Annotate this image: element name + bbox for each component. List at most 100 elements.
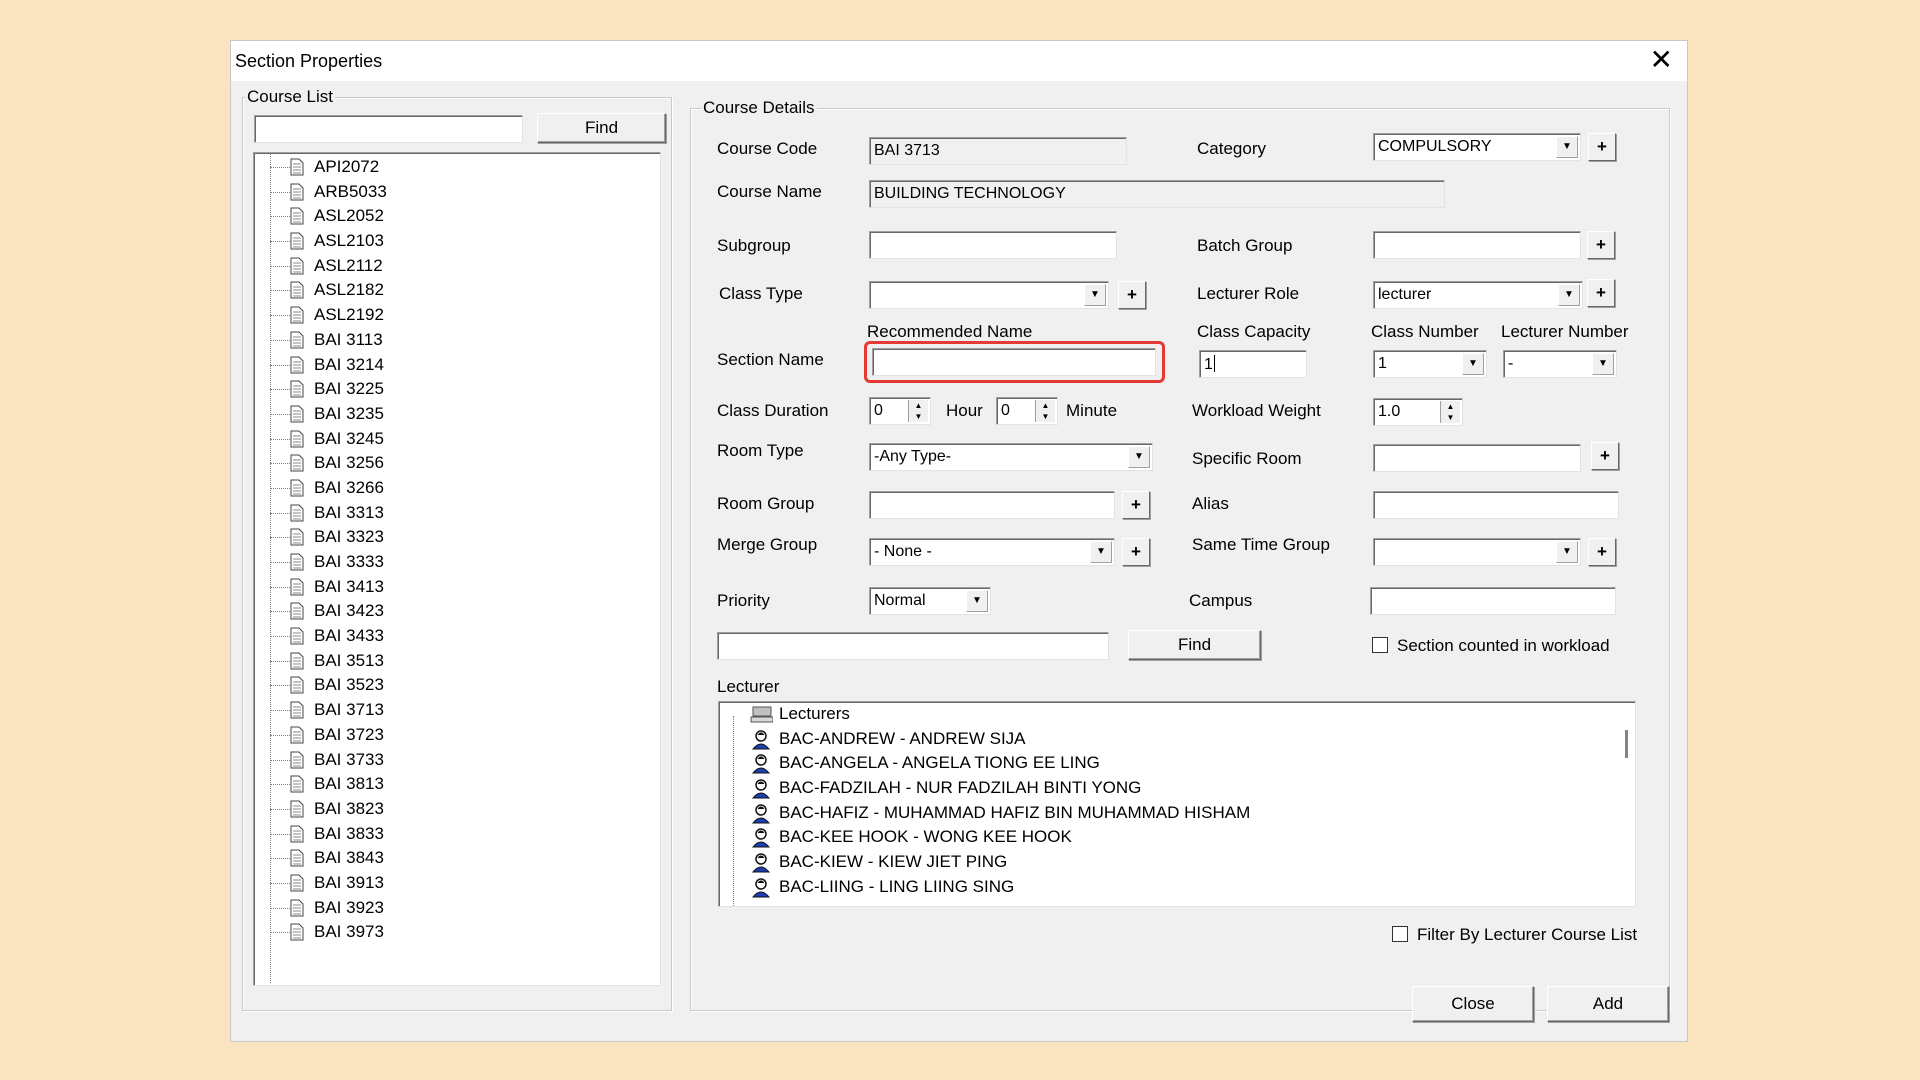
lecturer-tree-item[interactable]: BAC-KEE HOOK - WONG KEE HOOK [719,825,1635,850]
filter-lecturer-label[interactable]: Filter By Lecturer Course List [1417,925,1637,945]
lecturer-tree-item[interactable]: BAC-FADZILAH - NUR FADZILAH BINTI YONG [719,776,1635,801]
chevron-down-icon[interactable]: ▼ [1090,541,1112,563]
course-tree-item[interactable]: ASL2052 [254,204,660,229]
course-tree-item[interactable]: BAI 3413 [254,575,660,600]
course-tree-item[interactable]: ASL2192 [254,303,660,328]
spin-arrows-icon[interactable]: ▲ ▼ [908,400,928,422]
lecturer-tree-item[interactable]: BAC-HAFIZ - MUHAMMAD HAFIZ BIN MUHAMMAD … [719,801,1635,826]
lecturer-root-row[interactable]: Lecturers [719,702,1635,727]
course-search-input[interactable] [254,115,523,143]
lecturer-tree[interactable]: Lecturers BAC-ANDREW - ANDREW SIJA BAC-AN… [718,701,1636,907]
course-tree-item[interactable]: BAI 3513 [254,649,660,674]
course-tree-item[interactable]: ARB5033 [254,180,660,205]
course-tree-item[interactable]: BAI 3214 [254,353,660,378]
course-tree-item[interactable]: BAI 3973 [254,920,660,945]
class-number-select[interactable]: 1 ▼ [1373,350,1487,378]
course-tree-item[interactable]: BAI 3266 [254,476,660,501]
section-counted-checkbox[interactable] [1372,637,1388,653]
add-specific-room-button[interactable]: + [1591,442,1619,470]
lecturer-tree-item[interactable]: BAC-LIING - LING LIING SING [719,875,1635,900]
course-tree-item[interactable]: BAI 3733 [254,748,660,773]
spin-down-icon[interactable]: ▼ [1042,412,1050,421]
add-same-time-group-button[interactable]: + [1588,538,1616,566]
course-tree-item[interactable]: ASL2103 [254,229,660,254]
filter-lecturer-checkbox[interactable] [1392,926,1408,942]
add-lecturer-role-button[interactable]: + [1587,279,1615,307]
lecturer-search-input[interactable] [717,632,1109,660]
priority-select[interactable]: Normal ▼ [869,587,991,615]
course-tree-item[interactable]: BAI 3313 [254,501,660,526]
spin-arrows-icon[interactable]: ▲ ▼ [1440,401,1460,423]
course-tree-item[interactable]: BAI 3256 [254,451,660,476]
chevron-down-icon[interactable]: ▼ [1084,284,1106,306]
duration-minute-spinner[interactable]: 0 ▲ ▼ [996,397,1058,425]
course-tree-item[interactable]: BAI 3823 [254,797,660,822]
course-tree-item[interactable]: BAI 3433 [254,624,660,649]
workload-weight-spinner[interactable]: 1.0 ▲ ▼ [1373,398,1463,426]
course-tree-item[interactable]: BAI 3323 [254,525,660,550]
add-category-button[interactable]: + [1588,133,1616,161]
course-tree-item[interactable]: BAI 3245 [254,427,660,452]
lecturer-tree-item[interactable]: BAC-ANGELA - ANGELA TIONG EE LING [719,751,1635,776]
spin-up-icon[interactable]: ▲ [1042,401,1050,410]
course-tree-item[interactable]: BAI 3833 [254,822,660,847]
course-tree-item[interactable]: BAI 3843 [254,846,660,871]
class-capacity-input[interactable]: 1 [1199,350,1307,378]
chevron-down-icon[interactable]: ▼ [966,590,988,612]
course-find-button[interactable]: Find [537,113,666,143]
close-window-icon[interactable]: ✕ [1650,45,1673,75]
same-time-group-select[interactable]: ▼ [1373,538,1581,566]
chevron-down-icon[interactable]: ▼ [1462,353,1484,375]
spin-up-icon[interactable]: ▲ [1447,402,1455,411]
add-button[interactable]: Add [1547,986,1669,1022]
chevron-down-icon[interactable]: ▼ [1556,136,1578,158]
lecturer-role-select[interactable]: lecturer ▼ [1373,281,1583,309]
course-tree-item[interactable]: API2072 [254,155,660,180]
add-room-group-button[interactable]: + [1122,491,1150,519]
alias-input[interactable] [1373,491,1619,519]
category-select[interactable]: COMPULSORY ▼ [1373,133,1581,161]
lecturer-find-button[interactable]: Find [1128,630,1261,660]
course-tree[interactable]: API2072 ARB5033 ASL2052 ASL2103 ASL2112 ASL21… [253,152,661,986]
specific-room-input[interactable] [1373,444,1581,472]
chevron-down-icon[interactable]: ▼ [1592,353,1614,375]
close-button[interactable]: Close [1412,986,1534,1022]
course-tree-item[interactable]: BAI 3713 [254,698,660,723]
room-group-input[interactable] [869,491,1115,519]
course-tree-item[interactable]: BAI 3113 [254,328,660,353]
chevron-down-icon[interactable]: ▼ [1558,284,1580,306]
lecturer-number-select[interactable]: - ▼ [1503,350,1617,378]
spin-down-icon[interactable]: ▼ [915,412,923,421]
course-tree-item[interactable]: BAI 3523 [254,673,660,698]
course-tree-item[interactable]: BAI 3913 [254,871,660,896]
course-tree-item[interactable]: BAI 3225 [254,377,660,402]
spin-down-icon[interactable]: ▼ [1447,413,1455,422]
course-tree-item[interactable]: BAI 3423 [254,599,660,624]
merge-group-select[interactable]: - None - ▼ [869,538,1115,566]
course-tree-item[interactable]: BAI 3813 [254,772,660,797]
lecturer-scrollbar[interactable] [1625,730,1628,758]
course-tree-item[interactable]: ASL2182 [254,278,660,303]
spin-arrows-icon[interactable]: ▲ ▼ [1035,400,1055,422]
lecturer-tree-item[interactable]: BAC-KIEW - KIEW JIET PING [719,850,1635,875]
duration-hour-spinner[interactable]: 0 ▲ ▼ [869,397,931,425]
add-merge-group-button[interactable]: + [1122,538,1150,566]
add-batch-group-button[interactable]: + [1587,231,1615,259]
course-tree-item[interactable]: BAI 3923 [254,896,660,921]
add-class-type-button[interactable]: + [1118,281,1146,309]
course-tree-item[interactable]: BAI 3333 [254,550,660,575]
course-code-text: BAI 3214 [314,354,384,374]
chevron-down-icon[interactable]: ▼ [1128,446,1150,468]
section-counted-label[interactable]: Section counted in workload [1397,636,1610,656]
room-type-select[interactable]: -Any Type- ▼ [869,443,1153,471]
course-tree-item[interactable]: BAI 3723 [254,723,660,748]
class-type-select[interactable]: ▼ [869,281,1109,309]
lecturer-tree-item[interactable]: BAC-ANDREW - ANDREW SIJA [719,727,1635,752]
campus-input[interactable] [1370,587,1616,615]
batch-group-input[interactable] [1373,231,1581,259]
chevron-down-icon[interactable]: ▼ [1556,541,1578,563]
spin-up-icon[interactable]: ▲ [915,401,923,410]
subgroup-input[interactable] [869,231,1117,259]
course-tree-item[interactable]: BAI 3235 [254,402,660,427]
course-tree-item[interactable]: ASL2112 [254,254,660,279]
